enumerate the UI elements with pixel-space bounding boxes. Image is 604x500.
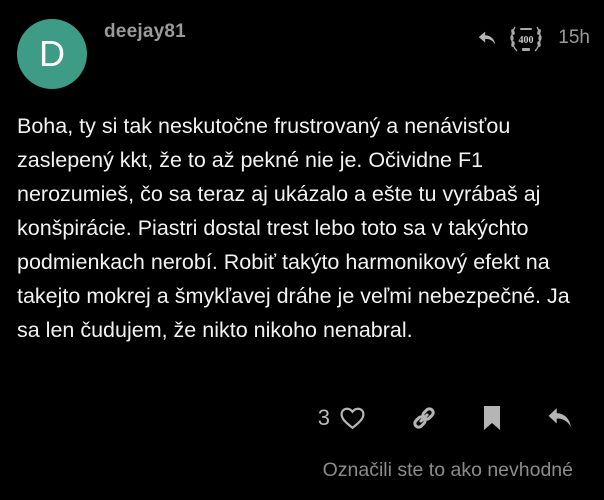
reply-arrow-icon[interactable]: [476, 27, 498, 49]
like-count[interactable]: 3: [318, 405, 330, 431]
post-container: D deejay81 400 15h Boha, ty si tak nesku…: [0, 0, 604, 500]
post-text: Boha, ty si tak neskutočne frustrovaný a…: [17, 114, 570, 342]
flag-status: Označili ste to ako nevhodné: [322, 459, 573, 481]
reply-icon[interactable]: [546, 404, 574, 432]
post-timestamp[interactable]: 15h: [558, 27, 590, 49]
laurel-400-badge-icon[interactable]: 400: [508, 18, 544, 58]
avatar-letter: D: [39, 33, 65, 74]
post-header-meta: 400 15h: [476, 18, 590, 58]
like-group: 3: [318, 404, 366, 432]
post-actions: 3: [318, 404, 574, 432]
username[interactable]: deejay81: [104, 21, 186, 43]
link-icon[interactable]: [410, 404, 438, 432]
heart-icon[interactable]: [338, 404, 366, 432]
bookmark-icon[interactable]: [478, 404, 506, 432]
post-body: Boha, ty si tak neskutočne frustrovaný a…: [17, 109, 592, 347]
avatar[interactable]: D: [17, 19, 87, 89]
badge-text: 400: [519, 35, 534, 46]
